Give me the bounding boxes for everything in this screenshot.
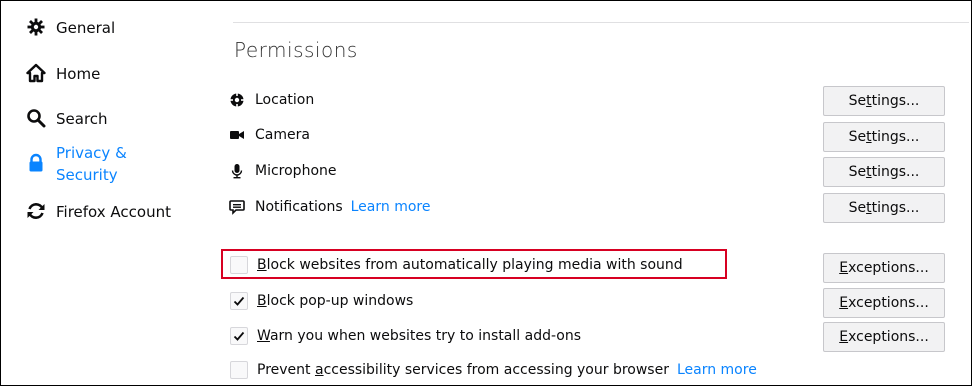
sidebar-item-home[interactable]: Home: [26, 63, 100, 85]
checkmark-icon: [233, 331, 245, 341]
permission-notifications: Notifications Learn more: [229, 199, 430, 215]
prevent-accessibility-checkbox-row[interactable]: Prevent accessibility services from acce…: [230, 361, 757, 379]
sidebar-item-label: General: [56, 19, 116, 37]
permission-camera: Camera: [229, 127, 310, 143]
autoplay-exceptions-button[interactable]: Exceptions...: [823, 253, 945, 283]
warn-addons-checkbox[interactable]: [230, 327, 248, 345]
prevent-accessibility-checkbox[interactable]: [230, 361, 248, 379]
permission-label: Camera: [255, 127, 310, 143]
block-popups-checkbox-row[interactable]: Block pop-up windows: [230, 292, 413, 310]
microphone-settings-button[interactable]: Se t tings...: [823, 157, 945, 187]
camera-settings-button[interactable]: Se t tings...: [823, 122, 945, 152]
block-autoplay-checkbox[interactable]: [230, 256, 248, 274]
sidebar-item-search[interactable]: Search: [26, 108, 108, 130]
addons-exceptions-button[interactable]: Exceptions...: [823, 322, 945, 352]
lock-icon: [26, 153, 46, 173]
section-title: Permissions: [234, 38, 358, 62]
sidebar-item-label: Home: [56, 65, 101, 83]
popups-exceptions-button[interactable]: Exceptions...: [823, 288, 945, 318]
sidebar-item-general[interactable]: General: [26, 17, 115, 39]
microphone-icon: [229, 163, 245, 179]
camera-icon: [229, 127, 245, 143]
main-content: Permissions Location Se t tings... Camera: [205, 0, 972, 386]
notifications-icon: [229, 199, 245, 215]
warn-addons-checkbox-row[interactable]: Warn you when websites try to install ad…: [230, 327, 581, 345]
checkbox-label: Block pop-up windows: [257, 293, 414, 309]
permission-location: Location: [229, 92, 314, 108]
checkbox-label: Warn you when websites try to install ad…: [257, 328, 582, 344]
sidebar-item-privacy-security[interactable]: Privacy & Security: [26, 142, 127, 186]
permission-label: Microphone: [255, 163, 337, 179]
home-icon: [26, 63, 46, 83]
accessibility-learn-more-link[interactable]: Learn more: [677, 362, 757, 378]
block-autoplay-checkbox-row[interactable]: Block websites from automatically playin…: [230, 256, 683, 274]
location-icon: [229, 92, 245, 108]
sidebar-item-label: Privacy & Security: [56, 144, 127, 184]
notifications-settings-button[interactable]: Se t tings...: [823, 193, 945, 223]
sync-icon: [26, 201, 46, 221]
gear-icon: [26, 17, 46, 37]
section-divider: [233, 22, 969, 23]
checkbox-label: Block websites from automatically playin…: [257, 257, 683, 273]
sidebar: General Home Search Privacy & Security F…: [0, 0, 205, 384]
sidebar-item-label: Search: [56, 110, 108, 128]
permission-microphone: Microphone: [229, 163, 337, 179]
location-settings-button[interactable]: Se t tings...: [823, 86, 945, 116]
search-icon: [26, 108, 46, 128]
permission-label: Notifications: [255, 199, 343, 215]
checkmark-icon: [233, 296, 245, 306]
sidebar-item-label: Firefox Account: [56, 203, 171, 221]
checkbox-label: Prevent accessibility services from acce…: [257, 362, 669, 378]
block-popups-checkbox[interactable]: [230, 292, 248, 310]
notifications-learn-more-link[interactable]: Learn more: [351, 199, 431, 215]
permission-label: Location: [255, 92, 315, 108]
sidebar-item-firefox-account[interactable]: Firefox Account: [26, 201, 171, 223]
